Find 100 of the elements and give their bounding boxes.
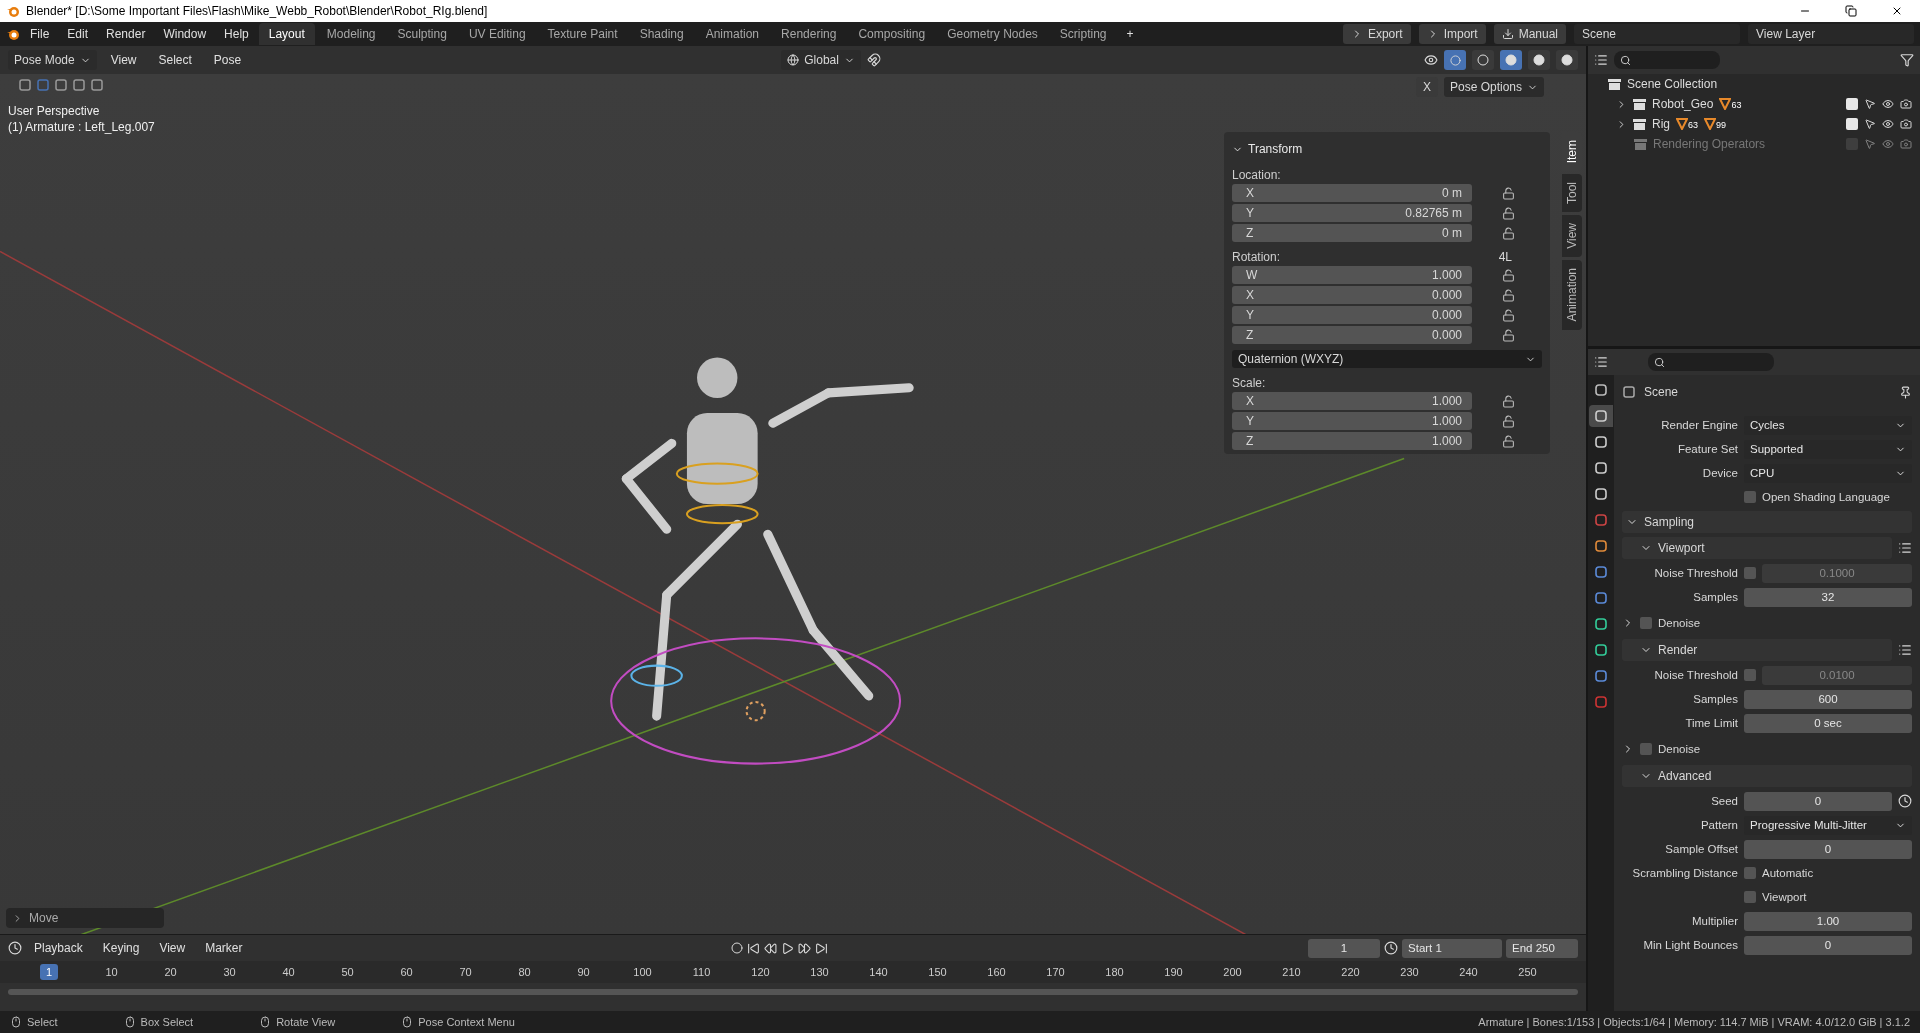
search-field[interactable] — [1648, 353, 1774, 371]
number-field[interactable]: Z 1.000 — [1232, 432, 1472, 450]
menu-item[interactable]: Window — [155, 24, 215, 44]
jump-end-icon[interactable] — [814, 941, 828, 955]
pointer-icon[interactable] — [1864, 118, 1876, 130]
download-icon[interactable] — [1501, 28, 1514, 40]
checkbox[interactable] — [1640, 617, 1652, 629]
number-field[interactable]: X 1.000 — [1232, 392, 1472, 410]
outliner-icon[interactable] — [1594, 53, 1608, 67]
eye-icon[interactable] — [1424, 53, 1438, 67]
scrollbar[interactable] — [8, 989, 1578, 995]
mouse-icon[interactable] — [259, 1016, 272, 1028]
view-layer-field[interactable]: View Layer — [1748, 24, 1914, 44]
workspace-tab[interactable]: UV Editing — [458, 23, 536, 45]
presets-icon[interactable] — [1898, 643, 1912, 657]
workspace-tab[interactable]: Compositing — [848, 23, 936, 45]
clock-icon[interactable] — [1384, 941, 1398, 955]
header-button[interactable]: Manual — [1493, 24, 1566, 44]
mouse-icon[interactable] — [123, 1016, 136, 1028]
menu-item[interactable]: File — [22, 24, 58, 44]
overlay-button[interactable] — [1444, 50, 1466, 70]
circle-icon[interactable] — [1449, 54, 1461, 66]
pose-mode-dropdown[interactable]: Pose Mode — [8, 50, 97, 70]
orientation-dropdown[interactable]: Global — [781, 50, 861, 70]
number-field[interactable]: 600 — [1744, 689, 1912, 709]
tree-item[interactable]: Scene Collection — [1627, 77, 1718, 91]
header-button[interactable]: Export — [1342, 24, 1411, 44]
pose-options-dropdown[interactable]: Pose Options — [1443, 77, 1544, 97]
menu-item[interactable]: Help — [216, 24, 257, 44]
shading-button[interactable] — [1556, 50, 1578, 70]
jump-start-icon[interactable] — [746, 941, 760, 955]
number-field[interactable]: W 1.000 — [1232, 266, 1472, 284]
padlock-icon[interactable] — [1502, 434, 1515, 448]
clock-icon[interactable] — [8, 941, 22, 955]
search-icon[interactable] — [1620, 54, 1631, 66]
workspace-tab[interactable]: Scripting — [1049, 23, 1117, 45]
shading-button[interactable] — [1472, 50, 1494, 70]
number-field[interactable]: 1.00 — [1744, 911, 1912, 931]
mouse-icon[interactable] — [401, 1016, 414, 1028]
search-icon[interactable] — [1654, 356, 1665, 368]
play-icon[interactable] — [780, 941, 794, 955]
panel-header[interactable]: Sampling — [1622, 511, 1912, 533]
checkbox[interactable] — [1744, 891, 1756, 903]
number-field[interactable]: 32 — [1744, 587, 1912, 607]
dropdown[interactable]: Progressive Multi-Jitter — [1744, 815, 1912, 835]
tree-item[interactable]: Robot_Geo — [1652, 97, 1714, 111]
close-icon[interactable] — [1891, 5, 1903, 17]
camera-icon[interactable] — [1900, 138, 1912, 150]
menu-item[interactable]: Select — [150, 50, 200, 70]
shading-button[interactable] — [1528, 50, 1550, 70]
number-field[interactable]: Z 0.000 — [1232, 326, 1472, 344]
number-field[interactable]: Y 1.000 — [1232, 412, 1472, 430]
scene-field[interactable]: Scene — [1574, 24, 1740, 44]
sidebar-tab[interactable]: View — [1562, 215, 1582, 258]
padlock-icon[interactable] — [1502, 288, 1515, 302]
mouse-icon[interactable] — [10, 1016, 22, 1028]
rotation-lock-tag[interactable]: 4L — [1498, 250, 1512, 264]
dropdown[interactable]: Supported — [1744, 439, 1912, 459]
subpanel-header[interactable]: Viewport — [1622, 537, 1892, 559]
shading-button[interactable] — [1500, 50, 1522, 70]
checkbox-label[interactable]: Open Shading Language — [1762, 491, 1890, 503]
header-button[interactable]: Import — [1418, 24, 1486, 44]
presets-icon[interactable] — [1898, 541, 1912, 555]
menu-item[interactable]: Edit — [59, 24, 97, 44]
snap-icon[interactable] — [866, 53, 881, 67]
number-field[interactable]: Z 0 m — [1232, 224, 1472, 242]
pointer-icon[interactable] — [1864, 98, 1876, 110]
dropdown[interactable]: Cycles — [1744, 415, 1912, 435]
checkbox-label[interactable]: Viewport — [1762, 891, 1807, 903]
menu-item[interactable]: Render — [98, 24, 154, 44]
number-field[interactable]: 0 — [1744, 839, 1912, 859]
globe-icon[interactable] — [787, 54, 800, 66]
sidebar-tab[interactable]: Tool — [1562, 174, 1582, 213]
property-tab[interactable] — [1589, 405, 1613, 427]
end-frame-field[interactable]: End 250 — [1506, 938, 1578, 958]
padlock-icon[interactable] — [1502, 186, 1515, 200]
padlock-icon[interactable] — [1502, 206, 1515, 220]
rewind-icon[interactable] — [763, 941, 777, 955]
checkbox[interactable] — [1744, 491, 1756, 503]
padlock-icon[interactable] — [1502, 394, 1515, 408]
checkbox[interactable] — [1744, 867, 1756, 879]
number-field[interactable]: X 0 m — [1232, 184, 1472, 202]
menu-item[interactable]: Keying — [94, 938, 148, 958]
checkbox[interactable] — [1744, 567, 1756, 579]
search-field[interactable] — [1614, 51, 1720, 69]
eye-icon[interactable] — [1882, 98, 1894, 110]
checkbox[interactable] — [1640, 743, 1652, 755]
padlock-icon[interactable] — [1502, 268, 1515, 282]
editor-type-icon[interactable] — [1594, 355, 1608, 369]
menu-item[interactable]: View — [151, 938, 194, 958]
pin-icon[interactable] — [1899, 385, 1912, 399]
workspace-tab[interactable]: Sculpting — [387, 23, 457, 45]
mirror-toggle[interactable]: X — [1415, 77, 1438, 97]
add-workspace-button[interactable]: + — [1118, 24, 1142, 44]
subpanel-header[interactable]: Render — [1622, 639, 1892, 661]
fast-forward-icon[interactable] — [797, 941, 811, 955]
dropdown[interactable]: CPU — [1744, 463, 1912, 483]
workspace-tab[interactable]: Animation — [695, 23, 770, 45]
filter-icon[interactable] — [1900, 53, 1914, 67]
number-field[interactable]: Y 0.82765 m — [1232, 204, 1472, 222]
